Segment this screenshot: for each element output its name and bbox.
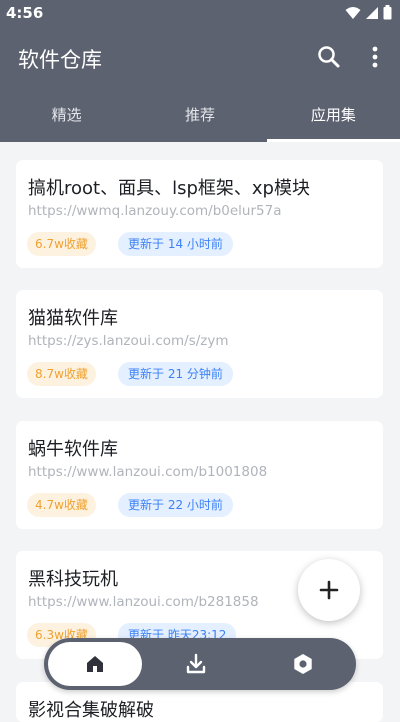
more-options-button[interactable] xyxy=(364,44,386,70)
card-title: 猫猫软件库 xyxy=(28,308,118,329)
updated-badge: 更新于 14 小时前 xyxy=(118,232,233,256)
card-title: 黑科技玩机 xyxy=(28,569,118,590)
plus-icon xyxy=(319,580,339,600)
status-icons xyxy=(345,5,392,20)
battery-icon xyxy=(383,5,392,20)
tab-bar: 精选 推荐 应用集 xyxy=(0,92,400,142)
download-icon xyxy=(186,653,206,674)
updated-badge: 更新于 22 小时前 xyxy=(118,493,233,517)
more-vert-icon xyxy=(372,46,378,68)
favorites-badge: 8.7w收藏 xyxy=(27,362,96,386)
card-title: 搞机root、面具、lsp框架、xp模块 xyxy=(28,178,310,199)
card-title: 蜗牛软件库 xyxy=(28,439,118,460)
card-url: https://zys.lanzoui.com/s/zym xyxy=(28,333,229,349)
nav-download-button[interactable] xyxy=(184,652,208,676)
list-item[interactable]: 搞机root、面具、lsp框架、xp模块 https://wwmq.lanzou… xyxy=(16,160,383,268)
favorites-badge: 6.7w收藏 xyxy=(27,232,96,256)
tab-app-collections[interactable]: 应用集 xyxy=(266,92,400,142)
list-item[interactable]: 猫猫软件库 https://zys.lanzoui.com/s/zym 8.7w… xyxy=(16,290,383,398)
updated-badge: 更新于 21 分钟前 xyxy=(118,362,233,386)
app-title: 软件仓库 xyxy=(18,48,102,72)
card-title: 影视合集破解破 xyxy=(28,700,154,721)
list-item[interactable]: 蜗牛软件库 https://www.lanzoui.com/b1001808 4… xyxy=(16,421,383,529)
nav-home-button[interactable] xyxy=(48,642,142,686)
home-icon xyxy=(87,656,103,672)
status-bar: 4:56 xyxy=(0,0,400,28)
wifi-icon xyxy=(345,6,361,19)
bottom-nav xyxy=(44,638,356,690)
search-button[interactable] xyxy=(316,44,342,70)
signal-icon xyxy=(366,6,378,19)
tab-recommended[interactable]: 推荐 xyxy=(133,92,266,142)
tab-featured[interactable]: 精选 xyxy=(0,92,133,142)
card-url: https://wwmq.lanzouy.com/b0elur57a xyxy=(28,203,282,219)
settings-icon xyxy=(294,654,312,674)
app-bar: 4:56 软件仓库 精选 推荐 应用集 xyxy=(0,0,400,142)
nav-settings-button[interactable] xyxy=(291,652,315,676)
favorites-badge: 4.7w收藏 xyxy=(27,493,96,517)
add-button[interactable] xyxy=(298,559,360,621)
search-icon xyxy=(318,46,340,68)
card-url: https://www.lanzoui.com/b1001808 xyxy=(28,464,268,480)
card-url: https://www.lanzoui.com/b281858 xyxy=(28,594,259,610)
status-time: 4:56 xyxy=(6,4,44,22)
